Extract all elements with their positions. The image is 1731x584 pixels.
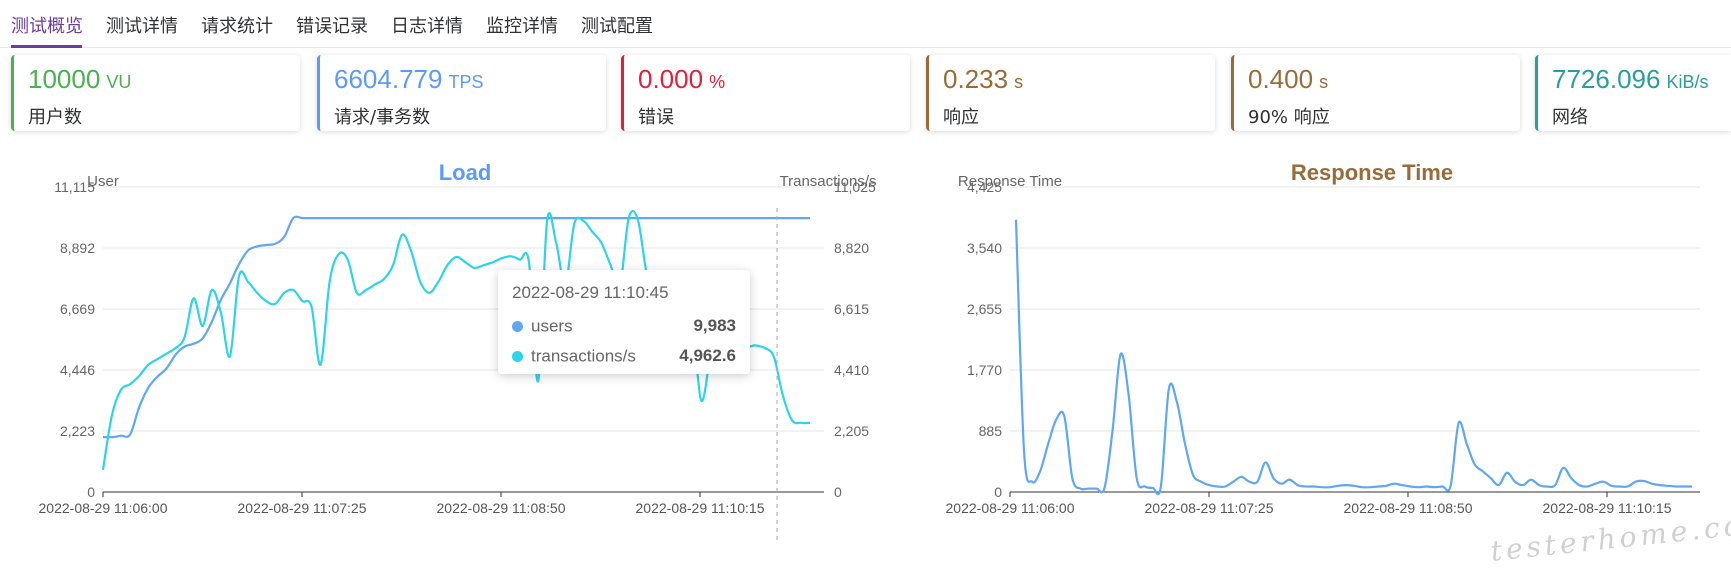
tooltip-series-value: 4,962.6 — [679, 346, 736, 365]
y-tick-label-right: 4,410 — [834, 362, 869, 378]
series-dot-icon — [512, 321, 523, 333]
x-tick-label: 2022-08-29 11:07:25 — [238, 500, 367, 516]
tab-bar: 测试概览 测试详情 请求统计 错误记录 日志详情 监控详情 测试配置 — [0, 0, 1731, 48]
y-tick-label: 0 — [994, 484, 1002, 500]
stat-value: 0.233 s — [943, 64, 1023, 95]
chart-title: Load — [439, 160, 492, 185]
y-tick-label: 2,655 — [967, 301, 1002, 317]
tooltip-series-name: transactions/s — [531, 346, 636, 366]
stat-value: 0.400 s — [1248, 64, 1328, 95]
y-tick-label: 11,115 — [54, 179, 95, 195]
stat-unit: s — [1014, 72, 1024, 92]
stat-unit: VU — [106, 72, 132, 92]
stat-unit: s — [1319, 72, 1329, 92]
response-time-chart[interactable]: Response Time Response Time 08851,7702,6… — [900, 150, 1731, 584]
stat-unit: KiB/s — [1666, 72, 1709, 92]
load-chart[interactable]: Load User Transactions/s 02,2234,4466,66… — [0, 150, 900, 584]
stat-number: 6604.779 — [334, 64, 443, 94]
stat-value: 7726.096 KiB/s — [1552, 64, 1708, 95]
tab-test-details[interactable]: 测试详情 — [106, 12, 178, 38]
tab-error-records[interactable]: 错误记录 — [296, 12, 368, 38]
stat-card-users: 10000 VU 用户数 — [11, 55, 300, 131]
stat-unit: % — [709, 72, 726, 92]
tab-test-overview[interactable]: 测试概览 — [11, 12, 83, 38]
stat-label: 用户数 — [28, 107, 82, 128]
series-line-response-time — [1014, 219, 1692, 496]
y-tick-label: 4,425 — [967, 179, 1002, 195]
x-tick-label: 2022-08-29 11:08:50 — [437, 500, 566, 516]
y-tick-label-right: 11,025 — [834, 179, 876, 195]
stat-card-tps: 6604.779 TPS 请求/事务数 — [317, 55, 606, 131]
stat-card-response: 0.233 s 响应 — [926, 55, 1215, 131]
x-tick-label: 2022-08-29 11:06:00 — [39, 500, 168, 516]
y-tick-label-right: 8,820 — [834, 240, 869, 256]
y-tick-label: 2,223 — [60, 423, 95, 439]
series-dot-icon — [512, 351, 523, 363]
stat-value: 6604.779 TPS — [334, 64, 483, 95]
stat-value: 0.000% — [638, 64, 725, 95]
tab-monitor-details[interactable]: 监控详情 — [486, 12, 558, 38]
stat-value: 10000 VU — [28, 64, 131, 95]
stat-number: 0.233 — [943, 64, 1009, 94]
y-tick-label: 0 — [87, 484, 95, 500]
y-tick-label: 885 — [979, 423, 1003, 439]
tooltip-series-name: users — [531, 316, 573, 336]
y-tick-label: 3,540 — [967, 240, 1002, 256]
tab-log-details[interactable]: 日志详情 — [391, 12, 463, 38]
stat-label: 网络 — [1552, 107, 1588, 128]
y-tick-label: 1,770 — [967, 362, 1002, 378]
stat-number: 0.000 — [638, 64, 704, 94]
y-tick-label-right: 6,615 — [834, 301, 869, 317]
x-tick-label: 2022-08-29 11:10:15 — [636, 500, 765, 516]
stat-number: 7726.096 — [1552, 64, 1661, 94]
stat-number: 10000 — [28, 64, 101, 94]
stat-number: 0.400 — [1248, 64, 1314, 94]
y-tick-label: 4,446 — [60, 362, 95, 378]
stat-unit: TPS — [448, 72, 484, 92]
tooltip-row-users: users 9,983 — [512, 311, 736, 341]
tooltip-row-transactions: transactions/s 4,962.6 — [512, 341, 736, 371]
y-tick-label-right: 2,205 — [834, 423, 869, 439]
x-tick-label: 2022-08-29 11:07:25 — [1145, 500, 1274, 516]
stat-label: 错误 — [638, 107, 674, 128]
x-tick-label: 2022-08-29 11:06:00 — [946, 500, 1075, 516]
y-tick-label: 8,892 — [60, 240, 95, 256]
active-tab-indicator — [11, 45, 82, 48]
stat-card-p90-response: 0.400 s 90% 响应 — [1231, 55, 1520, 131]
chart-tooltip: 2022-08-29 11:10:45 users 9,983 transact… — [498, 270, 750, 374]
stat-label: 90% 响应 — [1248, 107, 1330, 128]
tooltip-series-value: 9,983 — [693, 316, 736, 335]
stat-label: 响应 — [943, 107, 979, 128]
stat-label: 请求/事务数 — [334, 107, 431, 128]
tooltip-title: 2022-08-29 11:10:45 — [512, 283, 669, 302]
tab-test-config[interactable]: 测试配置 — [581, 12, 653, 38]
stat-card-errors: 0.000% 错误 — [621, 55, 910, 131]
y-tick-label: 6,669 — [60, 301, 95, 317]
stat-card-network: 7726.096 KiB/s 网络 — [1535, 55, 1731, 131]
tab-request-stats[interactable]: 请求统计 — [201, 12, 273, 38]
x-tick-label: 2022-08-29 11:08:50 — [1344, 500, 1473, 516]
x-tick-label: 2022-08-29 11:10:15 — [1543, 500, 1672, 516]
chart-title: Response Time — [1291, 160, 1453, 185]
y-tick-label-right: 0 — [834, 484, 842, 500]
